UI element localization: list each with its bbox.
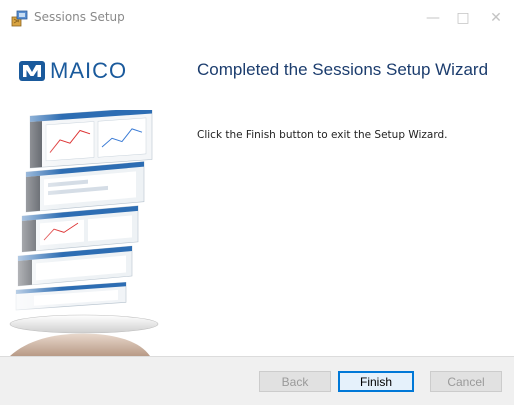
- cancel-button[interactable]: Cancel: [430, 371, 502, 392]
- back-button[interactable]: Back: [259, 371, 331, 392]
- button-bar: Back Finish Cancel: [0, 356, 514, 405]
- maico-logo: MAICO: [19, 58, 127, 84]
- maico-logo-mark-icon: [19, 61, 45, 81]
- installer-icon: [11, 9, 29, 27]
- software-screens-illustration: [0, 110, 178, 356]
- window-title: Sessions Setup: [34, 10, 125, 24]
- minimize-button[interactable]: —: [418, 4, 448, 32]
- logo-wordmark: MAICO: [50, 58, 128, 83]
- close-button[interactable]: ✕: [481, 4, 511, 32]
- finish-button[interactable]: Finish: [338, 371, 414, 392]
- maximize-button[interactable]: □: [448, 4, 478, 32]
- wizard-instruction: Click the Finish button to exit the Setu…: [197, 129, 448, 141]
- wizard-banner: MAICO: [0, 38, 178, 356]
- title-bar: Sessions Setup — □ ✕: [0, 0, 514, 38]
- setup-window: Sessions Setup — □ ✕ MAICO Completed the…: [0, 0, 514, 405]
- wizard-heading: Completed the Sessions Setup Wizard: [197, 60, 489, 79]
